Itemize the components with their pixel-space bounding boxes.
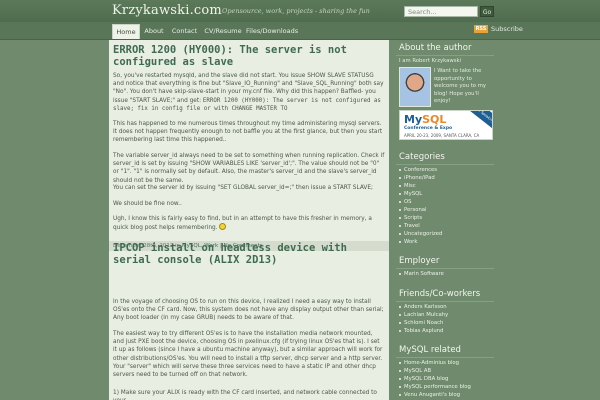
tab-about[interactable]: About xyxy=(141,24,167,39)
banner-flag: I'm Speaking xyxy=(469,111,492,129)
post-paragraph: The variable server_id always need to be… xyxy=(113,153,385,184)
divider xyxy=(396,268,494,269)
post-paragraph: In the voyage of choosing OS to run on t… xyxy=(113,299,384,322)
category-link[interactable]: MySQL xyxy=(399,190,495,198)
mysql-related-link[interactable]: Venu Anuganti's blog xyxy=(399,391,495,399)
category-link[interactable]: Conferences xyxy=(399,166,495,174)
smiley-icon xyxy=(219,223,227,231)
friend-link[interactable]: Anders Karlsson xyxy=(399,303,495,311)
employer-heading: Employer xyxy=(399,256,440,266)
divider xyxy=(396,55,494,56)
mysql-related-link[interactable]: MySQL DBA blog xyxy=(399,375,495,383)
friends-heading: Friends/Co-workers xyxy=(399,289,481,299)
categories-list: Conferences iPhone/iPad Misc MySQL OS Pe… xyxy=(399,166,495,246)
category-link[interactable]: iPhone/iPad xyxy=(399,174,495,182)
post-paragraph: This has happened to me numerous times t… xyxy=(113,121,383,144)
category-link[interactable]: Scripts xyxy=(399,214,495,222)
divider xyxy=(396,357,494,358)
friend-link[interactable]: Tobias Asplund xyxy=(399,327,495,335)
employer-link[interactable]: Marin Software xyxy=(399,270,495,278)
mysql-related-list: Home-Adminius blog MySQL AB MySQL DBA bl… xyxy=(399,359,495,399)
post-paragraph: You can set the server id by issuing "SE… xyxy=(113,185,374,191)
author-avatar xyxy=(399,67,431,107)
tab-home[interactable]: Home xyxy=(112,24,140,39)
category-link[interactable]: Personal xyxy=(399,206,495,214)
mysql-related-link[interactable]: MySQL AB xyxy=(399,367,495,375)
post-paragraph-text: Ugh, I know this is fairly easy to find,… xyxy=(113,216,372,232)
search-go-button[interactable]: Go xyxy=(480,6,494,17)
banner-dates: APRIL 20-23, 2009, SANTA CLARA, CA xyxy=(404,133,480,138)
tab-contact[interactable]: Contact xyxy=(168,24,201,39)
mysql-related-heading: MySQL related xyxy=(399,345,461,355)
friend-link[interactable]: Lachlan Mulcahy xyxy=(399,311,495,319)
employer-list: Marin Software xyxy=(399,270,495,278)
logo-sql: SQL xyxy=(422,113,447,126)
category-link[interactable]: Misc xyxy=(399,182,495,190)
rss-icon[interactable]: RSS xyxy=(474,25,488,33)
category-link[interactable]: Work xyxy=(399,238,495,246)
category-link[interactable]: Travel xyxy=(399,222,495,230)
site-title[interactable]: Krzykawski.com xyxy=(112,3,222,18)
subscribe-link[interactable]: Subscribe xyxy=(491,25,523,33)
post-title[interactable]: IPCOP install on headless device with se… xyxy=(113,242,383,266)
mysql-related-link[interactable]: MySQL performance blog xyxy=(399,383,495,391)
about-name: I am Robert Krzykawski xyxy=(399,58,461,64)
post-paragraph: We should be fine now.. xyxy=(113,201,182,207)
post-paragraph: 1) Make sure your ALIX is ready with the… xyxy=(113,390,377,400)
categories-heading: Categories xyxy=(399,152,445,162)
about-text: I Want to take the opportunity to welcom… xyxy=(434,68,487,104)
logo-my: My xyxy=(404,113,423,126)
divider xyxy=(396,164,494,165)
divider xyxy=(396,301,494,302)
mysql-conference-banner[interactable]: MySQL Conference & Expo APRIL 20-23, 200… xyxy=(399,110,493,140)
post-paragraph: The easiest way to try different OS'es i… xyxy=(113,331,383,379)
site-tagline: Opensource, work, projects - sharing the… xyxy=(222,7,370,15)
about-heading: About the author xyxy=(399,43,472,53)
tab-cv-resume[interactable]: CV/Resume xyxy=(203,24,243,39)
search-input[interactable] xyxy=(404,6,478,17)
mysql-related-link[interactable]: Home-Adminius blog xyxy=(399,359,495,367)
post-paragraph: So, you've restarted mysqld, and the sla… xyxy=(113,72,385,113)
friend-link[interactable]: Schlomi Noach xyxy=(399,319,495,327)
friends-list: Anders Karlsson Lachlan Mulcahy Schlomi … xyxy=(399,303,495,335)
post-title[interactable]: ERROR 1200 (HY000): The server is not co… xyxy=(113,44,383,68)
tab-files-downloads[interactable]: Files/Downloads xyxy=(246,24,298,39)
post-paragraph: Ugh, I know this is fairly easy to find,… xyxy=(113,215,385,232)
category-link[interactable]: Uncategorized xyxy=(399,230,495,238)
banner-subtitle: Conference & Expo xyxy=(404,126,453,131)
mysql-logo: MySQL xyxy=(404,113,446,126)
category-link[interactable]: OS xyxy=(399,198,495,206)
